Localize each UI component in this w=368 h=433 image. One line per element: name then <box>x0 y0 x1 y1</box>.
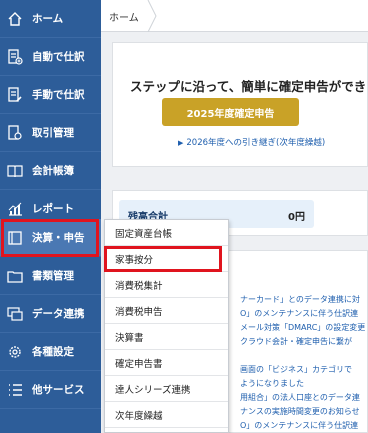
sidebar-item-label: 取引管理 <box>32 127 74 139</box>
sidebar-item-label: 他サービス <box>32 384 85 396</box>
submenu-item-consumption-tax-summary[interactable]: 消費税集計 <box>105 272 228 298</box>
balance-value: 0円 <box>288 212 305 223</box>
sidebar-item-label: レポート <box>32 203 74 215</box>
sidebar-item-documents[interactable]: 書類管理 <box>0 257 101 295</box>
sidebar-item-home[interactable]: ホーム <box>0 0 101 38</box>
home-icon <box>6 10 24 28</box>
sidebar-item-auto-entry[interactable]: 自動で仕訳 <box>0 38 101 76</box>
hero-title: ステップに沿って、簡単に確定申告ができ <box>130 79 367 94</box>
topbar: ホーム <box>101 0 368 32</box>
list-icon <box>6 381 24 399</box>
sidebar-item-label: 手動で仕訳 <box>32 89 85 101</box>
news-item[interactable]: 画面の「ビジネス」カテゴリで <box>240 364 352 375</box>
data-link-icon <box>6 305 24 323</box>
submenu-item-tatsujin-link[interactable]: 達人シリーズ連携 <box>105 376 228 402</box>
news-item[interactable]: ナンスの実施時間変更のお知らせ <box>240 406 360 417</box>
sidebar-item-manual-entry[interactable]: 手動で仕訳 <box>0 76 101 114</box>
sidebar-item-label: データ連携 <box>32 308 85 320</box>
news-item[interactable]: メール対策「DMARC」の設定変更 <box>240 322 365 333</box>
submenu-item-final-tax-return[interactable]: 確定申告書 <box>105 350 228 376</box>
folder-icon <box>6 267 24 285</box>
submenu-item-carry-over[interactable]: 次年度繰越 <box>105 402 228 428</box>
breadcrumb-home[interactable]: ホーム <box>109 0 139 32</box>
caret-right-icon: ▶ <box>178 139 184 147</box>
sidebar-highlight-box <box>1 219 99 257</box>
sidebar: ホーム 自動で仕訳 手動で仕訳 取引管理 会計帳簿 レポート 決算・申告 書類管… <box>0 0 101 433</box>
news-item[interactable]: O」のメンテナンスに伴う仕訳連 <box>240 308 358 319</box>
sidebar-item-transactions[interactable]: 取引管理 <box>0 114 101 152</box>
news-item[interactable]: ようになりました <box>240 378 304 389</box>
news-item[interactable]: クラウド会計・確定申告に繋が <box>240 336 352 347</box>
news-item[interactable]: ナーカード」とのデータ連携に対 <box>240 294 360 305</box>
tax-return-button[interactable]: 2025年度確定申告 <box>162 98 299 126</box>
sidebar-item-settings[interactable]: 各種設定 <box>0 333 101 371</box>
sidebar-item-label: 会計帳簿 <box>32 165 74 177</box>
report-chart-icon <box>6 200 24 218</box>
sidebar-item-label: 書類管理 <box>32 270 74 282</box>
breadcrumb-separator-icon <box>147 0 157 32</box>
submenu-item-consumption-tax-return[interactable]: 消費税申告 <box>105 298 228 324</box>
sidebar-item-ledger[interactable]: 会計帳簿 <box>0 152 101 190</box>
sidebar-item-data-link[interactable]: データ連携 <box>0 295 101 333</box>
auto-entry-icon <box>6 48 24 66</box>
submenu-highlight-box <box>104 246 222 272</box>
carry-over-link-label: 2026年度への引き継ぎ(次年度繰越) <box>186 138 326 148</box>
ledger-book-icon <box>6 162 24 180</box>
submenu-item-financial-statements[interactable]: 決算書 <box>105 324 228 350</box>
manual-entry-icon <box>6 86 24 104</box>
gear-icon <box>6 343 24 361</box>
sidebar-item-other-services[interactable]: 他サービス <box>0 371 101 409</box>
sidebar-item-label: 各種設定 <box>32 346 74 358</box>
news-item[interactable]: 用組合」の法人口座とのデータ連 <box>240 392 360 403</box>
carry-over-link[interactable]: ▶ 2026年度への引き継ぎ(次年度繰越) <box>178 136 325 148</box>
sidebar-item-label: ホーム <box>32 13 64 25</box>
sidebar-item-label: 自動で仕訳 <box>32 51 85 63</box>
submenu-item-fixed-assets[interactable]: 固定資産台帳 <box>105 220 228 246</box>
transaction-icon <box>6 124 24 142</box>
news-item[interactable]: O」のメンテナンスに伴う仕訳連 <box>240 420 358 431</box>
